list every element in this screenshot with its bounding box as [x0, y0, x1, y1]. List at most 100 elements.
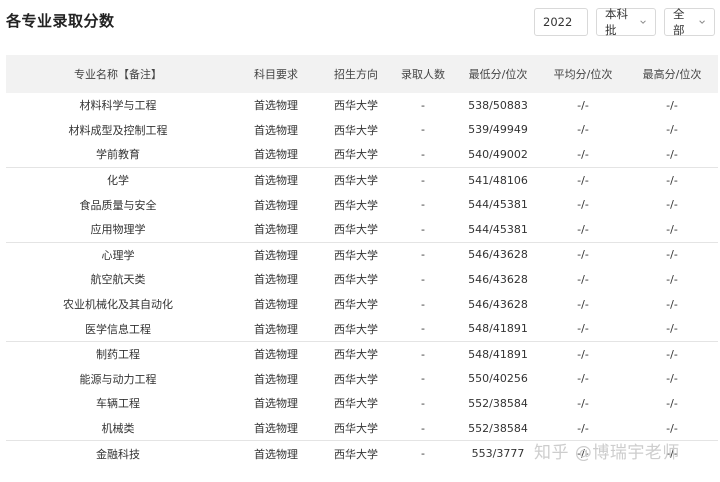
cell-subject: 首选物理 [254, 372, 298, 386]
cell-major: 应用物理学 [90, 223, 146, 237]
watermark: 知乎 @博瑞宇老师 [534, 443, 680, 463]
cell-direction: 西华大学 [334, 348, 378, 362]
cell-subject: 首选物理 [254, 422, 298, 436]
column-header-major: 专业名称【备注】 [74, 68, 162, 81]
column-header-min: 最低分/位次 [468, 68, 528, 81]
cell-major: 车辆工程 [96, 397, 140, 411]
cell-major: 医学信息工程 [85, 322, 151, 336]
cell-direction: 西华大学 [334, 174, 378, 188]
cell-subject: 首选物理 [254, 348, 298, 362]
cell-min: 541/48106 [468, 173, 528, 187]
cell-max: -/- [666, 272, 678, 286]
cell-min: 546/43628 [468, 297, 528, 311]
cell-direction: 西华大学 [334, 397, 378, 411]
cell-subject: 首选物理 [254, 298, 298, 312]
cell-min: 548/41891 [468, 322, 528, 336]
year-select[interactable]: 2022 [534, 8, 588, 36]
cell-avg: -/- [577, 297, 589, 311]
cell-avg: -/- [577, 123, 589, 137]
cell-major: 化学 [107, 174, 129, 188]
table-row: 食品质量与安全 首选物理 西华大学 - 544/45381 -/- -/- [6, 192, 718, 217]
cell-count: - [421, 222, 425, 236]
page-title: 各专业录取分数 [6, 12, 115, 30]
table-row: 机械类 首选物理 西华大学 - 552/38584 -/- -/- [6, 416, 718, 441]
cell-min: 552/38584 [468, 396, 528, 410]
cell-max: -/- [666, 421, 678, 435]
cell-direction: 西华大学 [334, 298, 378, 312]
cell-direction: 西华大学 [334, 422, 378, 436]
cell-direction: 西华大学 [334, 248, 378, 262]
scope-select-value: 全部 [673, 7, 685, 37]
cell-major: 航空航天类 [90, 273, 146, 287]
cell-max: -/- [666, 123, 678, 137]
cell-count: - [421, 447, 425, 461]
cell-min: 544/45381 [468, 222, 528, 236]
batch-select-value: 本科批 [605, 7, 628, 37]
cell-avg: -/- [577, 198, 589, 212]
cell-subject: 首选物理 [254, 99, 298, 113]
cell-min: 546/43628 [468, 272, 528, 286]
cell-direction: 西华大学 [334, 198, 378, 212]
cell-major: 心理学 [101, 248, 135, 262]
cell-min: 539/49949 [468, 123, 528, 137]
cell-major: 金融科技 [96, 447, 140, 461]
cell-max: -/- [666, 248, 678, 262]
cell-direction: 西华大学 [334, 372, 378, 386]
cell-max: -/- [666, 372, 678, 386]
cell-count: - [421, 347, 425, 361]
cell-min: 540/49002 [468, 147, 528, 161]
table-row: 学前教育 首选物理 西华大学 - 540/49002 -/- -/- [6, 142, 718, 167]
cell-count: - [421, 322, 425, 336]
cell-subject: 首选物理 [254, 397, 298, 411]
cell-avg: -/- [577, 222, 589, 236]
cell-max: -/- [666, 147, 678, 161]
cell-avg: -/- [577, 98, 589, 112]
cell-direction: 西华大学 [334, 148, 378, 162]
cell-avg: -/- [577, 421, 589, 435]
cell-max: -/- [666, 396, 678, 410]
cell-min: 538/50883 [468, 98, 528, 112]
cell-direction: 西华大学 [334, 322, 378, 336]
cell-count: - [421, 98, 425, 112]
column-header-max: 最高分/位次 [642, 68, 702, 81]
cell-count: - [421, 173, 425, 187]
chevron-down-icon [699, 20, 705, 24]
table-row: 应用物理学 首选物理 西华大学 - 544/45381 -/- -/- [6, 217, 718, 242]
table-header: 专业名称【备注】 科目要求 招生方向 录取人数 最低分/位次 平均分/位次 最高… [6, 55, 718, 93]
cell-major: 农业机械化及其自动化 [63, 298, 173, 312]
cell-avg: -/- [577, 147, 589, 161]
chevron-down-icon [640, 20, 646, 24]
cell-max: -/- [666, 347, 678, 361]
scores-table: 专业名称【备注】 科目要求 招生方向 录取人数 最低分/位次 平均分/位次 最高… [6, 55, 718, 466]
cell-min: 544/45381 [468, 198, 528, 212]
cell-subject: 首选物理 [254, 198, 298, 212]
table-row: 能源与动力工程 首选物理 西华大学 - 550/40256 -/- -/- [6, 367, 718, 392]
table-row: 制药工程 首选物理 西华大学 - 548/41891 -/- -/- [6, 340, 718, 367]
column-header-subject: 科目要求 [254, 68, 298, 81]
cell-major: 材料科学与工程 [79, 99, 157, 113]
cell-min: 553/3777 [471, 447, 525, 461]
cell-major: 能源与动力工程 [79, 372, 157, 386]
cell-major: 食品质量与安全 [79, 198, 157, 212]
cell-avg: -/- [577, 396, 589, 410]
table-row: 材料成型及控制工程 首选物理 西华大学 - 539/49949 -/- -/- [6, 118, 718, 143]
scope-select[interactable]: 全部 [664, 7, 715, 37]
cell-count: - [421, 396, 425, 410]
cell-count: - [421, 198, 425, 212]
cell-count: - [421, 297, 425, 311]
batch-select[interactable]: 本科批 [596, 7, 656, 37]
cell-max: -/- [666, 98, 678, 112]
chevron-down-icon [578, 21, 579, 23]
cell-direction: 西华大学 [334, 123, 378, 137]
cell-direction: 西华大学 [334, 99, 378, 113]
table-row: 航空航天类 首选物理 西华大学 - 546/43628 -/- -/- [6, 267, 718, 292]
cell-avg: -/- [577, 347, 589, 361]
table-row: 车辆工程 首选物理 西华大学 - 552/38584 -/- -/- [6, 391, 718, 416]
cell-avg: -/- [577, 173, 589, 187]
cell-count: - [421, 147, 425, 161]
cell-min: 550/40256 [468, 372, 528, 386]
cell-count: - [421, 248, 425, 262]
cell-direction: 西华大学 [334, 273, 378, 287]
column-header-avg: 平均分/位次 [553, 68, 613, 81]
cell-max: -/- [666, 222, 678, 236]
